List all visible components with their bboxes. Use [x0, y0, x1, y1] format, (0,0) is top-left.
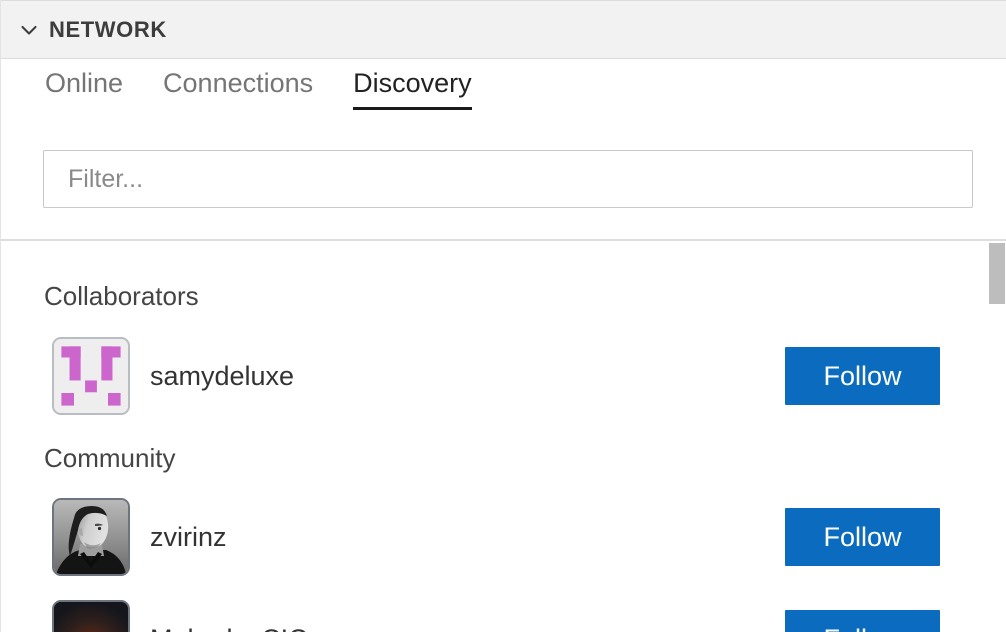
list-item[interactable]: zvirinz Follow: [1, 498, 1006, 584]
username: samydeluxe: [150, 361, 295, 391]
scrollbar-thumb[interactable]: [989, 243, 1005, 304]
section-header[interactable]: NETWORK: [1, 0, 1006, 59]
list-item[interactable]: MahadevCIC Follow: [1, 600, 1006, 632]
group-title-collaborators: Collaborators: [44, 281, 199, 311]
tab-discovery[interactable]: Discovery: [353, 59, 472, 111]
tab-bar: Online Connections Discovery: [1, 59, 1006, 119]
avatar: [52, 337, 130, 415]
chevron-down-icon[interactable]: [15, 16, 43, 44]
follow-button[interactable]: Follow: [785, 508, 940, 566]
filter-input[interactable]: [43, 150, 973, 208]
section-title: NETWORK: [49, 16, 167, 42]
tab-online[interactable]: Online: [45, 59, 123, 110]
username: MahadevCIC: [150, 624, 308, 632]
avatar: [52, 600, 130, 632]
username: zvirinz: [150, 522, 227, 552]
list-item[interactable]: samydeluxe Follow: [1, 337, 1006, 423]
scrollbar-track[interactable]: [988, 241, 1006, 632]
follow-button[interactable]: Follow: [785, 347, 940, 405]
network-panel: NETWORK Online Connections Discovery Col…: [0, 0, 1006, 632]
tab-connections[interactable]: Connections: [163, 59, 313, 110]
avatar: [52, 498, 130, 576]
follow-button[interactable]: Follow: [785, 610, 940, 632]
discovery-list: Collaborators samydeluxe Follow Communit…: [1, 241, 1006, 632]
group-title-community: Community: [44, 443, 176, 473]
filter-field-wrapper: [43, 150, 973, 208]
